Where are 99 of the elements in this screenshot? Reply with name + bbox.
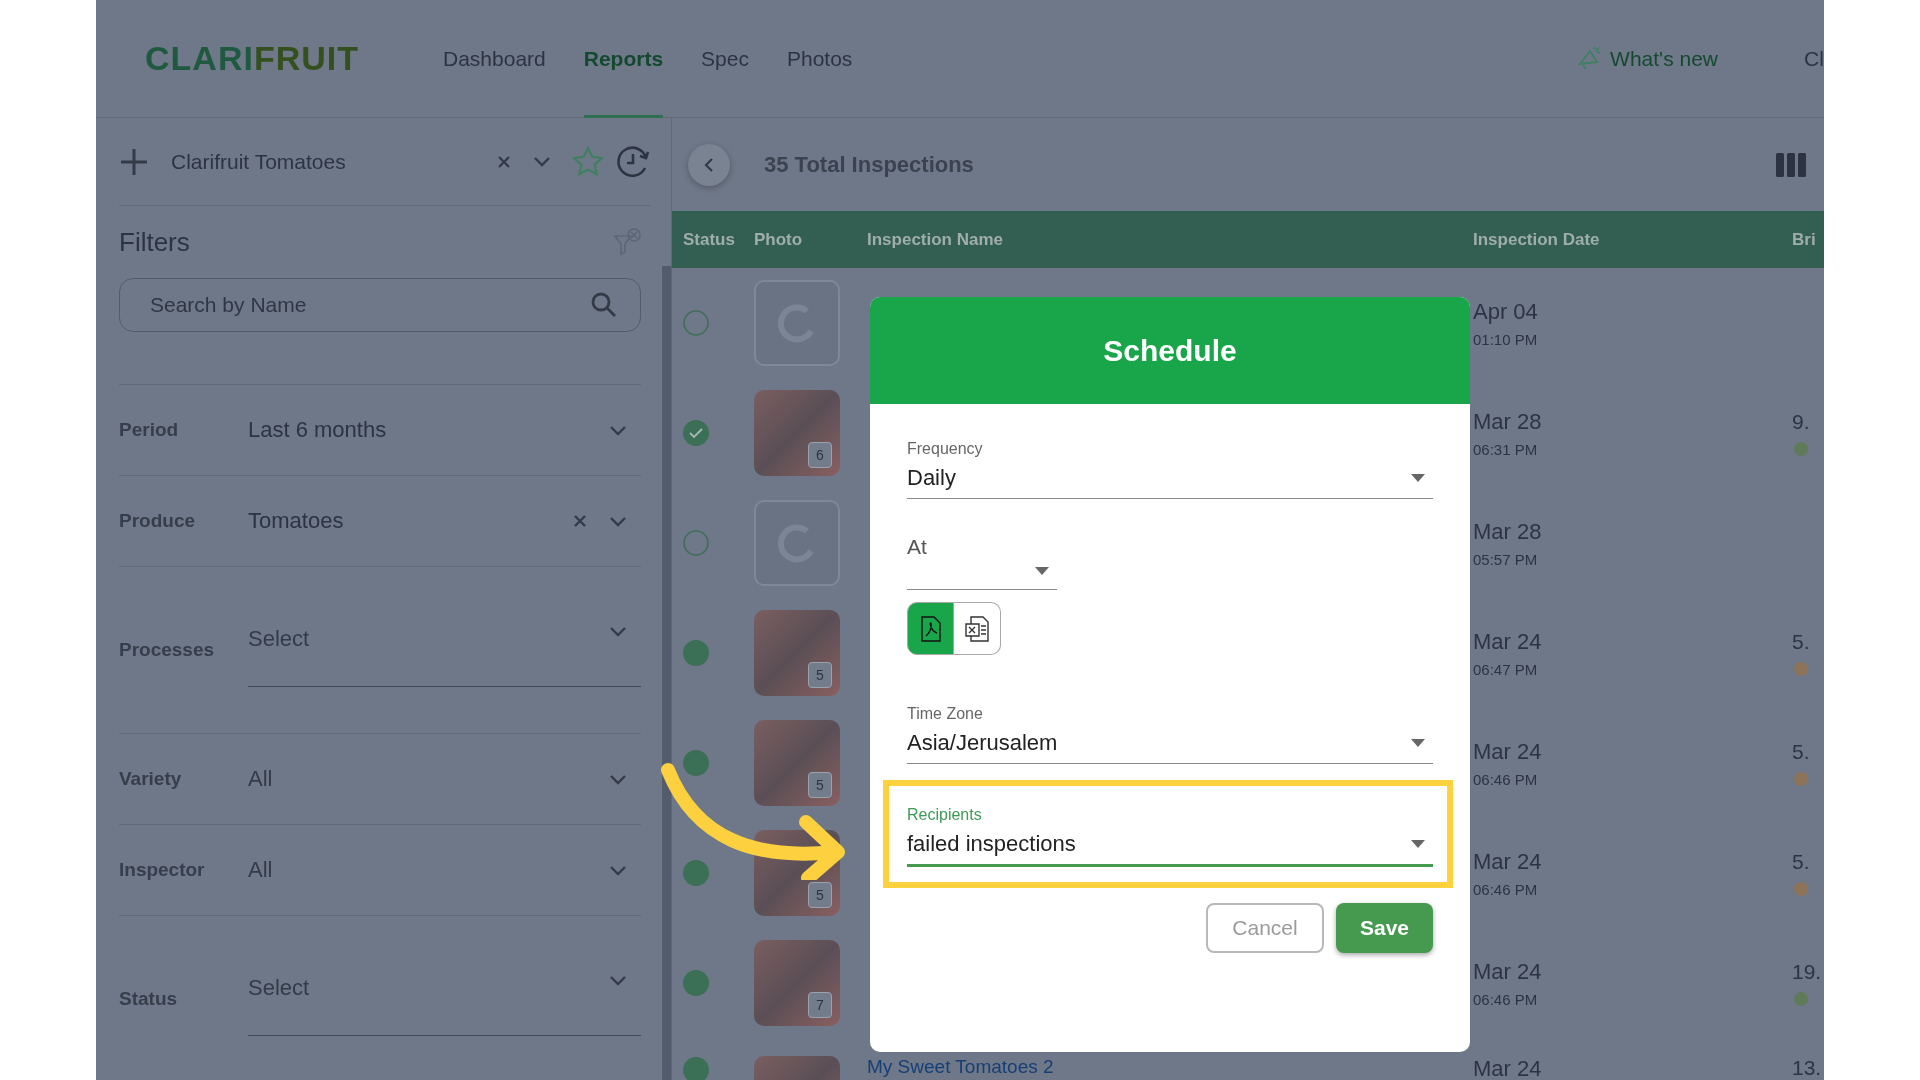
chevron-down-icon [609,515,627,527]
filter-label: Produce [119,510,197,532]
whats-new-link[interactable]: What's new [1576,45,1718,72]
status-dot-icon [682,969,710,997]
nav-tab[interactable]: Dashboard [443,0,546,118]
dropdown-arrow-icon [1411,840,1425,848]
brix-value: 5. [1792,740,1811,764]
filter-dropdown[interactable]: All [248,757,641,801]
chevron-down-icon [533,156,551,167]
inspection-time: 01:10 PM [1473,330,1539,348]
status-dot-icon [682,639,710,667]
brix-value: 19. [1792,960,1823,984]
inspection-date: Mar 24 [1473,958,1543,985]
inspection-date: Mar 24 [1473,738,1543,765]
columns-icon[interactable] [1776,152,1806,177]
chevron-down-icon [609,625,627,637]
photo-count-badge: 5 [808,772,832,798]
chevron-down-icon [609,974,627,986]
logo: CLARIFRUIT [145,39,360,78]
photo-count-badge: 5 [808,662,832,688]
brix-value: 5. [1792,630,1811,654]
filter-dropdown[interactable]: Tomatoes [248,499,641,543]
filters-title: Filters [119,226,190,258]
format-toggle[interactable] [954,602,1001,655]
column-header[interactable]: Bri [1792,229,1824,250]
photo-count-badge: 6 [808,442,832,468]
star-icon[interactable] [571,144,605,179]
brix-value: 5. [1792,850,1811,874]
dropdown-field[interactable]: Frequency Daily [907,440,1433,499]
plus-icon[interactable] [119,146,149,177]
brix-value: 9. [1792,410,1811,434]
column-header[interactable]: Photo [754,229,867,250]
inspection-date: Mar 28 [1473,408,1543,435]
photo-placeholder[interactable]: 5 [754,720,840,806]
status-circle-icon [682,309,710,337]
inspection-time: 06:46 PM [1473,990,1539,1008]
dropdown-field[interactable]: Recipients failed inspections [907,806,1433,867]
inspection-time: 06:31 PM [1473,440,1539,458]
inspection-time: 06:46 PM [1473,880,1539,898]
chevron-down-icon [609,864,627,876]
scrollbar[interactable] [662,266,671,1080]
format-toggle[interactable] [907,602,954,655]
dropdown-arrow-icon [1411,739,1425,747]
dropdown-arrow-icon [1035,567,1049,575]
dropdown-field[interactable]: Time Zone Asia/Jerusalem [907,705,1433,764]
photo-placeholder[interactable]: 6 [754,390,840,476]
inspection-time: 05:57 PM [1473,550,1539,568]
inspection-date: Mar 24 [1473,628,1543,655]
filter-label: Variety [119,768,183,790]
inspection-date: Mar 28 [1473,518,1543,545]
filter-label: Period [119,419,180,441]
status-circle-icon [682,529,710,557]
back-button[interactable] [688,143,730,186]
column-header[interactable]: Status [672,229,754,250]
filter-dropdown[interactable]: Select [248,974,641,1036]
photo-placeholder[interactable]: 7 [754,940,840,1026]
dropdown-arrow-icon [1411,474,1425,482]
filter-dropdown[interactable]: Last 6 months [248,408,641,452]
filter-dropdown[interactable]: Select [248,625,641,687]
inspection-date: Mar 24 [1473,1056,1543,1080]
cancel-button[interactable]: Cancel [1206,903,1324,953]
photo-count-badge: 7 [808,992,832,1018]
chevron-down-icon [609,424,627,436]
inspection-date: Mar 24 [1473,848,1543,875]
nav-tab[interactable]: Reports [583,0,664,118]
photo-count-badge: 5 [808,882,832,908]
filter-dropdown[interactable]: All [248,848,641,892]
chevron-left-icon [704,156,714,173]
spreadsheet-file-icon [965,615,989,642]
column-header[interactable]: Inspection Name [867,229,1473,250]
filter-label: Inspector [119,859,206,881]
pdf-file-icon [919,615,942,642]
dialog-title: Schedule [870,297,1470,404]
search-field[interactable]: Search by Name [119,278,641,332]
column-header[interactable]: Inspection Date [1473,229,1792,250]
status-dot-icon [682,749,710,777]
nav-item[interactable]: Cl [1804,46,1824,71]
chevron-down-icon [609,773,627,785]
nav-tab[interactable]: Photos [786,0,853,118]
photo-placeholder[interactable]: 5 [754,610,840,696]
filter-label: Status [119,988,179,1010]
report-name[interactable]: Clarifruit Tomatoes [171,149,497,174]
inspection-time: 06:47 PM [1473,660,1539,678]
inspection-time: 06:46 PM [1473,770,1539,788]
brix-value: 13. [1792,1056,1823,1080]
inspection-date: Apr 04 [1473,298,1539,325]
inspections-count-title: 35 Total Inspections [764,151,975,178]
clear-icon [573,514,587,528]
dropdown-field[interactable]: At [907,535,1057,590]
search-icon [591,292,617,318]
filter-label: Processes [119,639,216,661]
clear-icon[interactable] [497,154,511,169]
status-check-icon [682,419,710,447]
inspection-name-link[interactable]: My Sweet Tomatoes 2 [867,1056,1054,1077]
save-button[interactable]: Save [1336,903,1433,953]
megaphone-icon [1576,45,1603,72]
nav-tab[interactable]: Spec [701,0,749,118]
status-dot-icon [682,859,710,887]
clock-history-icon[interactable] [615,143,651,180]
